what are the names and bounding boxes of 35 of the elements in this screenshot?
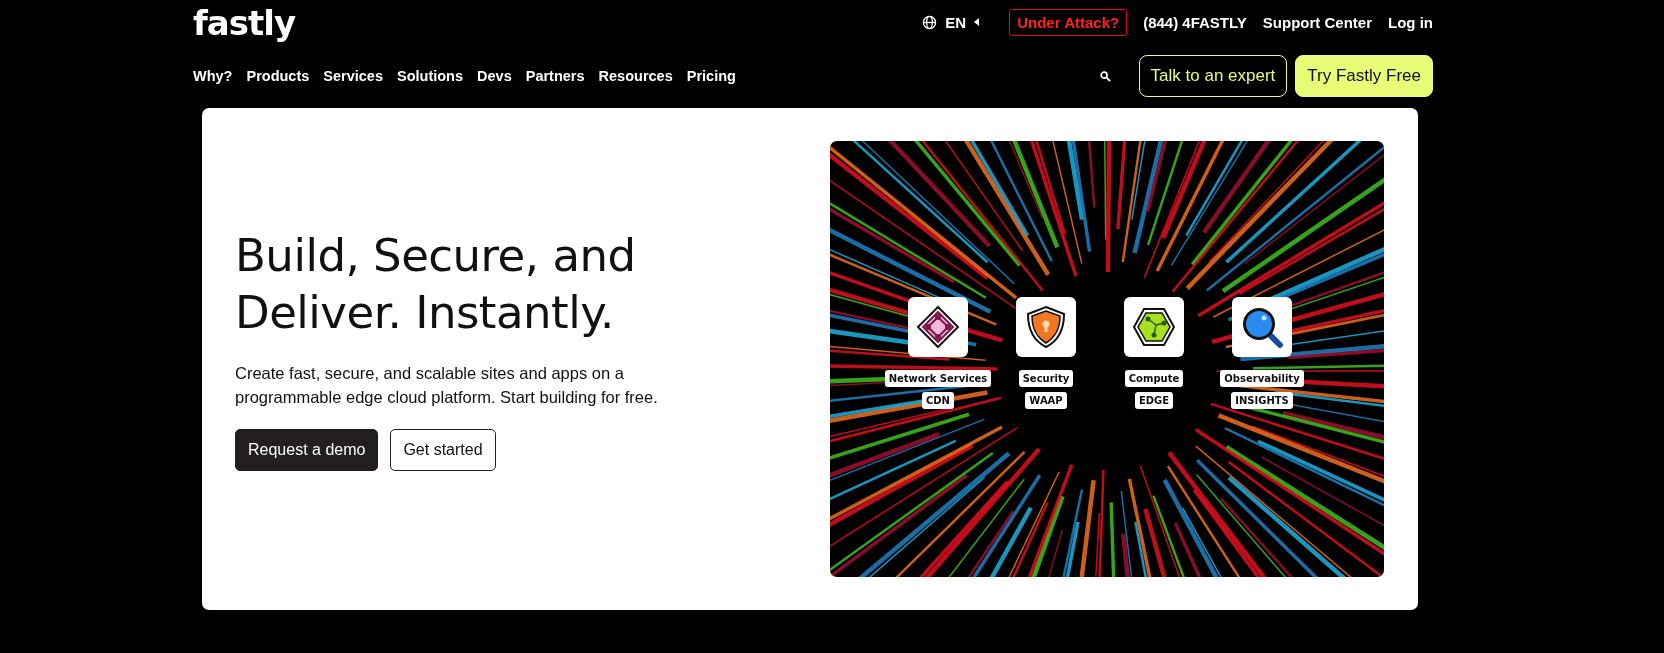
language-selector[interactable]: EN <box>945 13 967 31</box>
magnifier-icon <box>1240 305 1284 349</box>
product-tag: CDN <box>922 392 954 409</box>
contact-expert-button[interactable]: Talk to an expert <box>1138 55 1288 97</box>
product-label: Observability <box>1220 370 1304 387</box>
nav-link[interactable]: Solutions <box>397 68 464 84</box>
nav-link[interactable]: Products <box>246 68 310 84</box>
nav-link[interactable]: Resources <box>598 68 673 84</box>
nav-link[interactable]: Partners <box>525 68 585 84</box>
product-label: Security <box>1018 370 1074 387</box>
nav-link[interactable]: Services <box>323 68 383 84</box>
free-trial-button[interactable]: Try Fastly Free <box>1295 55 1433 97</box>
get-started-button[interactable]: Get started <box>390 429 496 471</box>
product-label: Compute <box>1124 370 1184 387</box>
globe-icon[interactable] <box>922 14 938 30</box>
product-tag: INSIGHTS <box>1231 392 1293 409</box>
nav-link[interactable]: Pricing <box>686 68 736 84</box>
hexagon-circuit-icon <box>1132 307 1176 347</box>
fastly-logo[interactable]: fastly <box>193 3 296 43</box>
utility-link[interactable]: Support Center <box>1262 13 1372 31</box>
shield-icon <box>1026 305 1066 349</box>
network-diamond-icon <box>916 305 960 349</box>
caret-icon[interactable] <box>974 18 980 26</box>
search-icon[interactable] <box>1099 70 1111 82</box>
under-attack-link[interactable]: Under Attack? <box>1009 8 1128 36</box>
phone-link[interactable]: (844) 4FASTLY <box>1143 13 1247 31</box>
hero-description: Create fast, secure, and scalable sites and apps on a programmable edge cloud platform. Start building for free. <box>235 363 659 408</box>
nav-link[interactable]: Why? <box>193 68 233 84</box>
product-tag: WAAP <box>1025 392 1067 409</box>
product-tag: EDGE <box>1134 392 1174 409</box>
nav-link[interactable]: Devs <box>477 68 512 84</box>
request-demo-button[interactable]: Request a demo <box>235 429 379 471</box>
hero-heading: Build, Secure, and Deliver. Instantly. <box>235 228 637 341</box>
product-label: Network Services <box>884 370 992 387</box>
utility-link[interactable]: Log in <box>1388 13 1433 31</box>
